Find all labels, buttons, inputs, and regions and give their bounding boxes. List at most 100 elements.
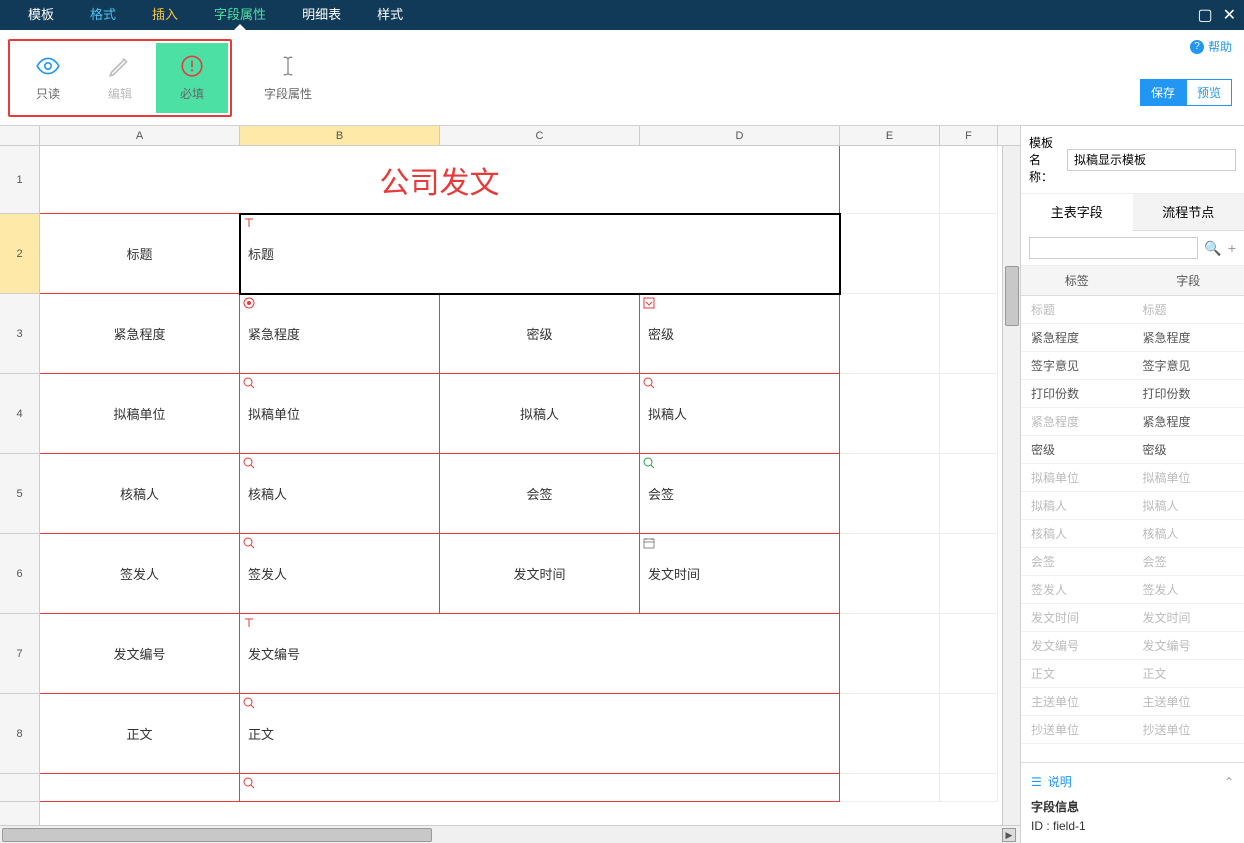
cell-empty[interactable] (840, 294, 940, 374)
row-header-2[interactable]: 2 (0, 214, 39, 294)
cell-empty[interactable] (940, 454, 998, 534)
cell-label-urgency[interactable]: 紧急程度 (40, 294, 240, 374)
cell-empty[interactable] (840, 694, 940, 774)
row-header-3[interactable]: 3 (0, 294, 39, 374)
field-row[interactable]: 签字意见签字意见 (1021, 352, 1244, 380)
tab-main-fields[interactable]: 主表字段 (1021, 194, 1133, 231)
readonly-button[interactable]: 只读 (12, 43, 84, 113)
cell-label-cosign[interactable]: 会签 (440, 454, 640, 534)
hscroll-thumb[interactable] (2, 828, 432, 842)
cell-empty[interactable] (840, 214, 940, 294)
field-row[interactable]: 密级密级 (1021, 436, 1244, 464)
cell-empty[interactable] (840, 534, 940, 614)
field-row[interactable]: 拟稿单位拟稿单位 (1021, 464, 1244, 492)
cell-empty[interactable] (940, 774, 998, 802)
required-button[interactable]: 必填 (156, 43, 228, 113)
cell-empty[interactable] (840, 454, 940, 534)
row-header-9[interactable] (0, 774, 39, 802)
cell-empty[interactable] (840, 614, 940, 694)
menu-insert[interactable]: 插入 (134, 0, 196, 30)
field-row[interactable]: 签发人签发人 (1021, 576, 1244, 604)
cell-empty[interactable] (940, 214, 998, 294)
cell-empty[interactable] (840, 146, 940, 214)
cell-empty[interactable] (840, 774, 940, 802)
field-row[interactable]: 拟稿人拟稿人 (1021, 492, 1244, 520)
menu-format[interactable]: 格式 (72, 0, 134, 30)
cell-empty[interactable] (840, 374, 940, 454)
window-maximize-icon[interactable]: ▢ (1197, 5, 1212, 25)
cell-label-title[interactable]: 标题 (40, 214, 240, 294)
row-header-1[interactable]: 1 (0, 146, 39, 214)
menu-template[interactable]: 模板 (10, 0, 72, 30)
cell-label-body[interactable]: 正文 (40, 694, 240, 774)
help-link[interactable]: ? 帮助 (1190, 38, 1232, 55)
field-row[interactable]: 发文编号发文编号 (1021, 632, 1244, 660)
select-all-corner[interactable] (0, 126, 40, 145)
col-header-D[interactable]: D (640, 126, 840, 145)
cell-field-sendtime[interactable]: 发文时间 (640, 534, 840, 614)
cell-field-secret[interactable]: 密级 (640, 294, 840, 374)
menu-field-prop[interactable]: 字段属性 (196, 0, 284, 30)
edit-button[interactable]: 编辑 (84, 43, 156, 113)
row-header-8[interactable]: 8 (0, 694, 39, 774)
cell-field-draftunit[interactable]: 拟稿单位 (240, 374, 440, 454)
cell-label-docnum[interactable]: 发文编号 (40, 614, 240, 694)
field-property-button[interactable]: 字段属性 (252, 53, 324, 102)
cell-field-docnum[interactable]: 发文编号 (240, 614, 840, 694)
hscroll-right-arrow[interactable]: ▶ (1002, 828, 1016, 842)
field-row[interactable]: 正文正文 (1021, 660, 1244, 688)
col-header-A[interactable]: A (40, 126, 240, 145)
row-header-5[interactable]: 5 (0, 454, 39, 534)
field-row[interactable]: 核稿人核稿人 (1021, 520, 1244, 548)
window-close-icon[interactable]: ✕ (1223, 5, 1236, 25)
cell-label-signer[interactable]: 签发人 (40, 534, 240, 614)
field-row[interactable]: 抄送单位抄送单位 (1021, 716, 1244, 744)
cell-empty-b9[interactable] (240, 774, 840, 802)
add-field-icon[interactable]: + (1228, 240, 1236, 256)
cell-label-draftunit[interactable]: 拟稿单位 (40, 374, 240, 454)
cell-field-reviewer[interactable]: 核稿人 (240, 454, 440, 534)
field-row[interactable]: 打印份数打印份数 (1021, 380, 1244, 408)
col-header-F[interactable]: F (940, 126, 998, 145)
cell-empty[interactable] (940, 534, 998, 614)
search-icon[interactable]: 🔍 (1204, 240, 1221, 257)
field-row[interactable]: 标题标题 (1021, 296, 1244, 324)
menu-style[interactable]: 样式 (359, 0, 421, 30)
grid-cells[interactable]: 公司发文标题标题紧急程度紧急程度密级密级拟稿单位拟稿单位拟稿人拟稿人核稿人核稿人… (40, 146, 1002, 825)
field-row[interactable]: 会签会签 (1021, 548, 1244, 576)
col-header-B[interactable]: B (240, 126, 440, 145)
col-header-C[interactable]: C (440, 126, 640, 145)
menu-detail[interactable]: 明细表 (284, 0, 359, 30)
field-row[interactable]: 紧急程度紧急程度 (1021, 324, 1244, 352)
cell-label-drafter[interactable]: 拟稿人 (440, 374, 640, 454)
field-row[interactable]: 主送单位主送单位 (1021, 688, 1244, 716)
cell-empty[interactable] (940, 614, 998, 694)
desc-collapse-icon[interactable]: ⌃ (1224, 775, 1234, 789)
cell-empty-a9[interactable] (40, 774, 240, 802)
template-name-input[interactable] (1067, 149, 1236, 171)
cell-empty[interactable] (940, 374, 998, 454)
row-header-7[interactable]: 7 (0, 614, 39, 694)
cell-empty[interactable] (940, 694, 998, 774)
field-search-input[interactable] (1029, 237, 1198, 259)
tab-flow-nodes[interactable]: 流程节点 (1133, 194, 1244, 230)
field-row[interactable]: 紧急程度紧急程度 (1021, 408, 1244, 436)
vertical-scrollbar[interactable] (1002, 146, 1020, 825)
cell-label-sendtime[interactable]: 发文时间 (440, 534, 640, 614)
cell-title[interactable]: 公司发文 (40, 146, 840, 214)
vscroll-thumb[interactable] (1005, 266, 1019, 326)
cell-field-body[interactable]: 正文 (240, 694, 840, 774)
cell-empty[interactable] (940, 146, 998, 214)
cell-field-drafter[interactable]: 拟稿人 (640, 374, 840, 454)
cell-field-title[interactable]: 标题 (240, 214, 840, 294)
field-row[interactable]: 发文时间发文时间 (1021, 604, 1244, 632)
horizontal-scrollbar[interactable]: ▶ (0, 825, 1020, 843)
preview-button[interactable]: 预览 (1186, 79, 1232, 106)
save-button[interactable]: 保存 (1140, 79, 1186, 106)
cell-label-reviewer[interactable]: 核稿人 (40, 454, 240, 534)
col-header-E[interactable]: E (840, 126, 940, 145)
cell-field-cosign[interactable]: 会签 (640, 454, 840, 534)
cell-label-secret[interactable]: 密级 (440, 294, 640, 374)
cell-empty[interactable] (940, 294, 998, 374)
row-header-6[interactable]: 6 (0, 534, 39, 614)
